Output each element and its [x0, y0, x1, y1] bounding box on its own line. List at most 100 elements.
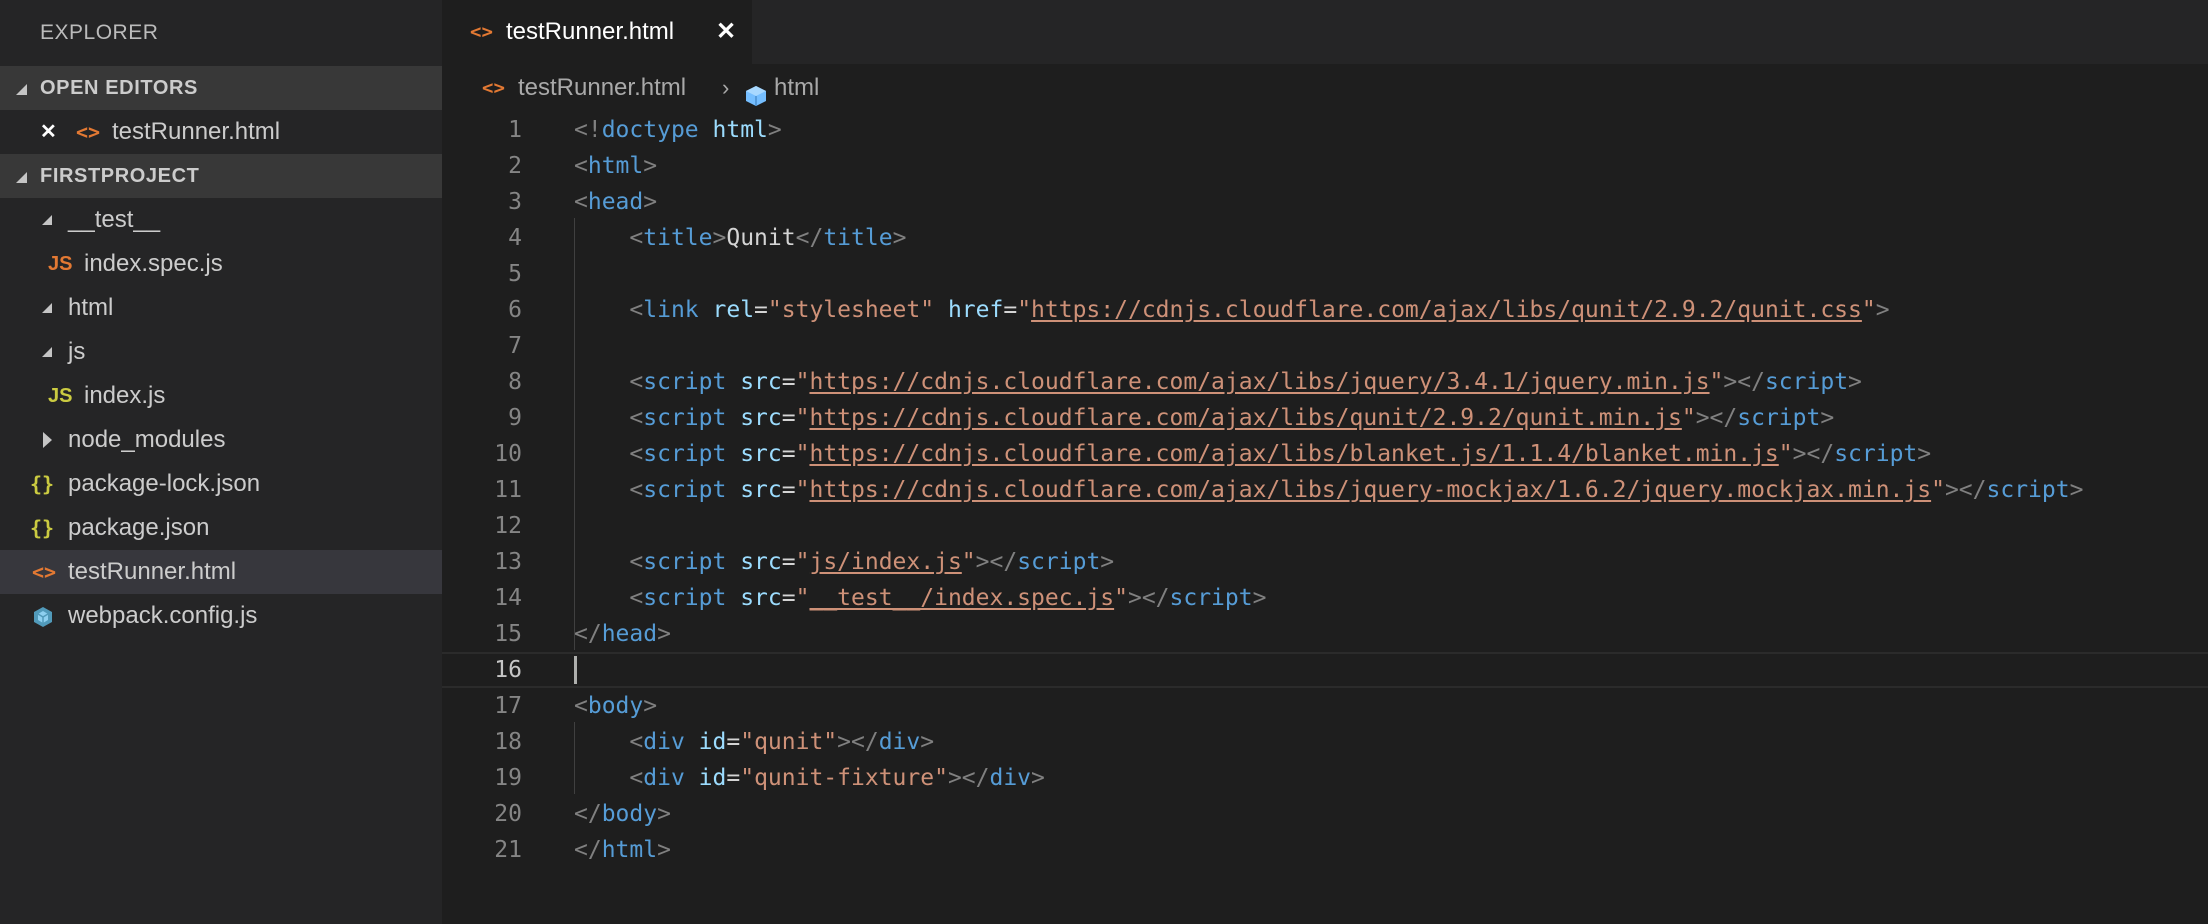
code-line[interactable]: 1 <!doctype html> — [442, 112, 2208, 148]
line-code: <script src="__test__/index.spec.js"></s… — [574, 580, 1266, 616]
code-token: script — [643, 369, 727, 395]
code-line[interactable]: 3 <head> — [442, 184, 2208, 220]
code-token: "stylesheet" — [767, 297, 935, 323]
breadcrumb-separator-icon: › — [722, 75, 730, 100]
code-token: ></ — [1695, 405, 1738, 431]
line-number: 3 — [508, 189, 522, 215]
chevron-down-icon — [42, 215, 52, 225]
line-number: 7 — [508, 333, 522, 359]
code-token: > — [1848, 369, 1862, 395]
code-token: < — [574, 225, 644, 251]
breadcrumb-file[interactable]: testRunner.html — [518, 64, 686, 112]
code-token: < — [574, 297, 644, 323]
code-token: script — [1737, 405, 1821, 431]
breadcrumb-node[interactable]: html — [774, 64, 819, 112]
code-line[interactable]: 17 <body> — [442, 688, 2208, 724]
code-line[interactable]: 10 <script src="https://cdnjs.cloudflare… — [442, 436, 2208, 472]
close-tab-icon[interactable]: ✕ — [716, 0, 736, 64]
code-line[interactable]: 11 <script src="https://cdnjs.cloudflare… — [442, 472, 2208, 508]
code-token: > — [1820, 405, 1835, 431]
code-token: > — [643, 693, 658, 719]
code-token: " — [795, 477, 810, 503]
open-editor-item[interactable]: ✕ <> testRunner.html — [0, 110, 442, 154]
code-token: > — [712, 225, 727, 251]
code-token: " — [1114, 585, 1128, 611]
code-token: > — [1031, 765, 1045, 791]
code-line[interactable]: 9 <script src="https://cdnjs.cloudflare.… — [442, 400, 2208, 436]
code-line[interactable]: 18 <div id="qunit"></div> — [442, 724, 2208, 760]
close-icon[interactable]: ✕ — [40, 110, 57, 154]
line-number: 2 — [508, 153, 522, 179]
code-line[interactable]: 12 — [442, 508, 2208, 544]
code-line[interactable]: 2 <html> — [442, 148, 2208, 184]
tree-folder-test[interactable]: __test__ — [0, 198, 442, 242]
tree-folder-node-modules[interactable]: node_modules — [0, 418, 442, 462]
breadcrumb: <> testRunner.html › html — [442, 64, 2208, 112]
tree-folder-js[interactable]: js — [0, 330, 442, 374]
tree-file-index-js[interactable]: JS index.js — [0, 374, 442, 418]
code-line[interactable]: 8 <script src="https://cdnjs.cloudflare.… — [442, 364, 2208, 400]
open-editors-header[interactable]: OPEN EDITORS — [0, 66, 442, 110]
tree-item-label: index.spec.js — [84, 250, 223, 277]
tree-folder-html[interactable]: html — [0, 286, 442, 330]
line-code: <head> — [574, 184, 657, 220]
code-token: body — [601, 801, 658, 827]
code-token: __test__/index.spec.js — [809, 585, 1115, 611]
tree-file-testrunner[interactable]: <> testRunner.html — [0, 550, 442, 594]
code-line[interactable]: 16 — [442, 652, 2208, 688]
code-line[interactable]: 19 <div id="qunit-fixture"></div> — [442, 760, 2208, 796]
code-token: " — [1709, 369, 1724, 395]
code-line[interactable]: 13 <script src="js/index.js"></script> — [442, 544, 2208, 580]
line-number: 21 — [494, 837, 522, 863]
code-token: script — [643, 549, 727, 575]
code-token: title — [643, 225, 713, 251]
code-token: " — [1017, 297, 1032, 323]
code-token: html — [712, 117, 768, 143]
code-line[interactable]: 5 — [442, 256, 2208, 292]
code-token: < — [574, 153, 588, 179]
line-code: </body> — [574, 796, 671, 832]
code-token: " — [1778, 441, 1793, 467]
code-line[interactable]: 21 </html> — [442, 832, 2208, 868]
line-code: <div id="qunit"></div> — [574, 724, 934, 760]
tree-file-index-spec[interactable]: JS index.spec.js — [0, 242, 442, 286]
tree-file-package[interactable]: {} package.json — [0, 506, 442, 550]
chevron-down-icon — [42, 303, 52, 313]
tree-file-package-lock[interactable]: {} package-lock.json — [0, 462, 442, 506]
code-line[interactable]: 20 </body> — [442, 796, 2208, 832]
webpack-cube-icon — [32, 606, 54, 627]
code-token: < — [574, 189, 588, 215]
code-token: ></ — [947, 765, 990, 791]
code-token: div — [878, 729, 921, 755]
json-file-icon: {} — [30, 516, 55, 540]
code-token: doctype — [601, 117, 699, 143]
code-line[interactable]: 7 — [442, 328, 2208, 364]
code-token: = — [781, 369, 796, 395]
code-line[interactable]: 14 <script src="__test__/index.spec.js">… — [442, 580, 2208, 616]
code-token: Qunit — [726, 225, 796, 251]
code-line[interactable]: 6 <link rel="stylesheet" href="https://c… — [442, 292, 2208, 328]
tree-item-label: webpack.config.js — [68, 602, 258, 629]
line-number: 19 — [494, 765, 522, 791]
code-token: </ — [574, 801, 602, 827]
code-line[interactable]: 4 <title>Qunit</title> — [442, 220, 2208, 256]
code-token: html — [587, 153, 644, 179]
code-token: < — [574, 477, 644, 503]
code-line[interactable]: 15 </head> — [442, 616, 2208, 652]
code-token: < — [574, 729, 644, 755]
line-number: 18 — [494, 729, 522, 755]
code-editor[interactable]: 1 <!doctype html> 2 <html> 3 <head> 4 <title>Q… — [442, 112, 2208, 924]
project-header[interactable]: FIRSTPROJECT — [0, 154, 442, 198]
code-token: > — [643, 153, 658, 179]
tree-item-label: html — [68, 294, 114, 321]
code-token: < — [574, 765, 644, 791]
tab-testrunner-html[interactable]: <> testRunner.html ✕ — [442, 0, 752, 64]
code-token: > — [657, 621, 671, 647]
open-editors-label: OPEN EDITORS — [40, 77, 198, 99]
tree-file-webpack-config[interactable]: webpack.config.js — [0, 594, 442, 638]
